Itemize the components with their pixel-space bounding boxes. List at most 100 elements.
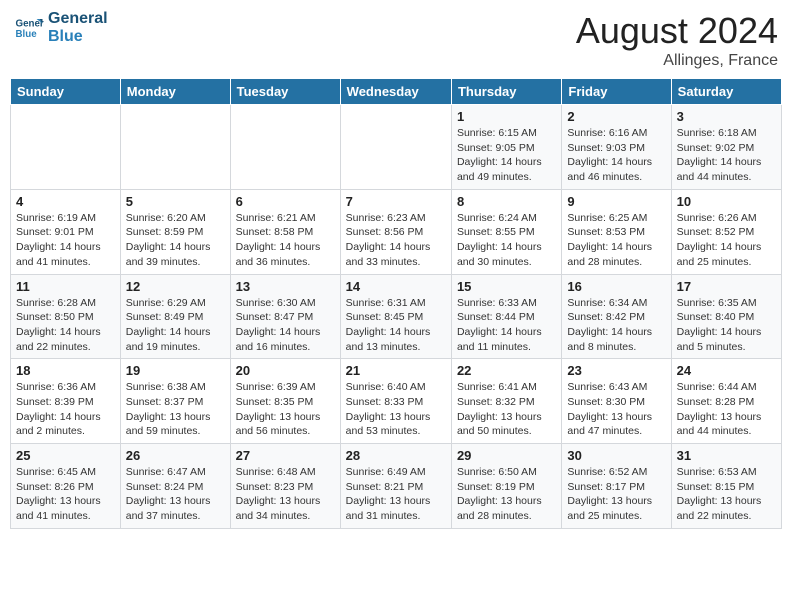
weekday-header-friday: Friday xyxy=(562,79,671,105)
day-cell: 6Sunrise: 6:21 AM Sunset: 8:58 PM Daylig… xyxy=(230,189,340,274)
weekday-header-sunday: Sunday xyxy=(11,79,121,105)
day-number: 2 xyxy=(567,109,665,124)
day-cell xyxy=(340,105,451,190)
weekday-header-wednesday: Wednesday xyxy=(340,79,451,105)
day-cell: 18 Sunrise: 6:36 AM Sunset: 8:39 PM Dayli… xyxy=(11,359,121,444)
day-info: Sunrise: 6:28 AM Sunset: 8:50 PM Dayligh… xyxy=(16,296,115,355)
logo: General Blue General Blue xyxy=(14,10,108,45)
page-header: General Blue General Blue August 2024 Al… xyxy=(10,10,782,70)
day-cell: 21 Sunrise: 6:40 AM Sunset: 8:33 PM Dayli… xyxy=(340,359,451,444)
day-info: Sunrise: 6:20 AM Sunset: 8:59 PM Dayligh… xyxy=(126,211,225,270)
day-info: Sunrise: 6:35 AM Sunset: 8:40 PM Dayligh… xyxy=(677,296,776,355)
week-row-2: 4 Sunrise: 6:19 AM Sunset: 9:01 PM Daylig… xyxy=(11,189,782,274)
day-cell: 5 Sunrise: 6:20 AM Sunset: 8:59 PM Daylig… xyxy=(120,189,230,274)
logo-general: General xyxy=(48,10,108,28)
day-info: Sunrise: 6:26 AM Sunset: 8:52 PM Dayligh… xyxy=(677,211,776,270)
day-number: 24 xyxy=(677,363,776,378)
day-number: 30 xyxy=(567,448,665,463)
day-number: 25 xyxy=(16,448,115,463)
day-info: Sunrise: 6:48 AM Sunset: 8:23 PM Dayligh… xyxy=(236,465,335,524)
day-cell: 22 Sunrise: 6:41 AM Sunset: 8:32 PM Dayli… xyxy=(451,359,561,444)
day-cell: 20 Sunrise: 6:39 AM Sunset: 8:35 PM Dayli… xyxy=(230,359,340,444)
day-cell: 8Sunrise: 6:24 AM Sunset: 8:55 PM Daylig… xyxy=(451,189,561,274)
week-row-5: 25 Sunrise: 6:45 AM Sunset: 8:26 PM Dayli… xyxy=(11,444,782,529)
title-block: August 2024 Allinges, France xyxy=(576,10,778,70)
calendar-table: SundayMondayTuesdayWednesdayThursdayFrid… xyxy=(10,78,782,529)
day-info: Sunrise: 6:53 AM Sunset: 8:15 PM Dayligh… xyxy=(677,465,776,524)
day-number: 7 xyxy=(346,194,446,209)
day-info: Sunrise: 6:39 AM Sunset: 8:35 PM Dayligh… xyxy=(236,380,335,439)
day-number: 17 xyxy=(677,279,776,294)
day-number: 27 xyxy=(236,448,335,463)
day-info: Sunrise: 6:19 AM Sunset: 9:01 PM Dayligh… xyxy=(16,211,115,270)
day-cell: 4 Sunrise: 6:19 AM Sunset: 9:01 PM Daylig… xyxy=(11,189,121,274)
day-cell xyxy=(120,105,230,190)
week-row-4: 18 Sunrise: 6:36 AM Sunset: 8:39 PM Dayli… xyxy=(11,359,782,444)
day-info: Sunrise: 6:49 AM Sunset: 8:21 PM Dayligh… xyxy=(346,465,446,524)
day-info: Sunrise: 6:40 AM Sunset: 8:33 PM Dayligh… xyxy=(346,380,446,439)
day-info: Sunrise: 6:15 AM Sunset: 9:05 PM Dayligh… xyxy=(457,126,556,185)
day-number: 5 xyxy=(126,194,225,209)
day-info: Sunrise: 6:52 AM Sunset: 8:17 PM Dayligh… xyxy=(567,465,665,524)
day-number: 20 xyxy=(236,363,335,378)
day-number: 9 xyxy=(567,194,665,209)
day-info: Sunrise: 6:16 AM Sunset: 9:03 PM Dayligh… xyxy=(567,126,665,185)
day-cell: 26Sunrise: 6:47 AM Sunset: 8:24 PM Dayli… xyxy=(120,444,230,529)
day-info: Sunrise: 6:25 AM Sunset: 8:53 PM Dayligh… xyxy=(567,211,665,270)
day-number: 16 xyxy=(567,279,665,294)
week-row-3: 11 Sunrise: 6:28 AM Sunset: 8:50 PM Dayli… xyxy=(11,274,782,359)
day-info: Sunrise: 6:45 AM Sunset: 8:26 PM Dayligh… xyxy=(16,465,115,524)
day-cell: 31Sunrise: 6:53 AM Sunset: 8:15 PM Dayli… xyxy=(671,444,781,529)
day-number: 22 xyxy=(457,363,556,378)
day-number: 12 xyxy=(126,279,225,294)
day-cell: 13Sunrise: 6:30 AM Sunset: 8:47 PM Dayli… xyxy=(230,274,340,359)
day-number: 8 xyxy=(457,194,556,209)
day-cell: 7 Sunrise: 6:23 AM Sunset: 8:56 PM Daylig… xyxy=(340,189,451,274)
logo-blue: Blue xyxy=(48,28,108,46)
weekday-header-monday: Monday xyxy=(120,79,230,105)
day-cell: 25 Sunrise: 6:45 AM Sunset: 8:26 PM Dayli… xyxy=(11,444,121,529)
day-cell xyxy=(230,105,340,190)
day-info: Sunrise: 6:41 AM Sunset: 8:32 PM Dayligh… xyxy=(457,380,556,439)
day-info: Sunrise: 6:43 AM Sunset: 8:30 PM Dayligh… xyxy=(567,380,665,439)
week-row-1: 1 Sunrise: 6:15 AM Sunset: 9:05 PM Daylig… xyxy=(11,105,782,190)
day-info: Sunrise: 6:30 AM Sunset: 8:47 PM Dayligh… xyxy=(236,296,335,355)
day-cell: 1 Sunrise: 6:15 AM Sunset: 9:05 PM Daylig… xyxy=(451,105,561,190)
day-cell: 10Sunrise: 6:26 AM Sunset: 8:52 PM Dayli… xyxy=(671,189,781,274)
day-number: 18 xyxy=(16,363,115,378)
day-info: Sunrise: 6:44 AM Sunset: 8:28 PM Dayligh… xyxy=(677,380,776,439)
day-cell: 14Sunrise: 6:31 AM Sunset: 8:45 PM Dayli… xyxy=(340,274,451,359)
day-number: 21 xyxy=(346,363,446,378)
location: Allinges, France xyxy=(576,52,778,70)
weekday-header-tuesday: Tuesday xyxy=(230,79,340,105)
day-cell: 17 Sunrise: 6:35 AM Sunset: 8:40 PM Dayli… xyxy=(671,274,781,359)
weekday-header-thursday: Thursday xyxy=(451,79,561,105)
day-cell: 19 Sunrise: 6:38 AM Sunset: 8:37 PM Dayli… xyxy=(120,359,230,444)
day-info: Sunrise: 6:34 AM Sunset: 8:42 PM Dayligh… xyxy=(567,296,665,355)
day-number: 15 xyxy=(457,279,556,294)
day-info: Sunrise: 6:50 AM Sunset: 8:19 PM Dayligh… xyxy=(457,465,556,524)
day-number: 3 xyxy=(677,109,776,124)
day-info: Sunrise: 6:38 AM Sunset: 8:37 PM Dayligh… xyxy=(126,380,225,439)
day-number: 11 xyxy=(16,279,115,294)
day-cell: 9 Sunrise: 6:25 AM Sunset: 8:53 PM Daylig… xyxy=(562,189,671,274)
logo-icon: General Blue xyxy=(14,13,44,43)
day-number: 1 xyxy=(457,109,556,124)
day-cell: 2 Sunrise: 6:16 AM Sunset: 9:03 PM Daylig… xyxy=(562,105,671,190)
day-info: Sunrise: 6:23 AM Sunset: 8:56 PM Dayligh… xyxy=(346,211,446,270)
day-info: Sunrise: 6:31 AM Sunset: 8:45 PM Dayligh… xyxy=(346,296,446,355)
day-cell: 12Sunrise: 6:29 AM Sunset: 8:49 PM Dayli… xyxy=(120,274,230,359)
day-cell: 27 Sunrise: 6:48 AM Sunset: 8:23 PM Dayli… xyxy=(230,444,340,529)
day-cell: 23 Sunrise: 6:43 AM Sunset: 8:30 PM Dayli… xyxy=(562,359,671,444)
day-cell: 3Sunrise: 6:18 AM Sunset: 9:02 PM Daylig… xyxy=(671,105,781,190)
day-number: 29 xyxy=(457,448,556,463)
day-cell: 30 Sunrise: 6:52 AM Sunset: 8:17 PM Dayli… xyxy=(562,444,671,529)
day-number: 28 xyxy=(346,448,446,463)
day-number: 19 xyxy=(126,363,225,378)
weekday-header-row: SundayMondayTuesdayWednesdayThursdayFrid… xyxy=(11,79,782,105)
day-info: Sunrise: 6:33 AM Sunset: 8:44 PM Dayligh… xyxy=(457,296,556,355)
day-number: 4 xyxy=(16,194,115,209)
day-info: Sunrise: 6:36 AM Sunset: 8:39 PM Dayligh… xyxy=(16,380,115,439)
day-number: 26 xyxy=(126,448,225,463)
day-number: 23 xyxy=(567,363,665,378)
